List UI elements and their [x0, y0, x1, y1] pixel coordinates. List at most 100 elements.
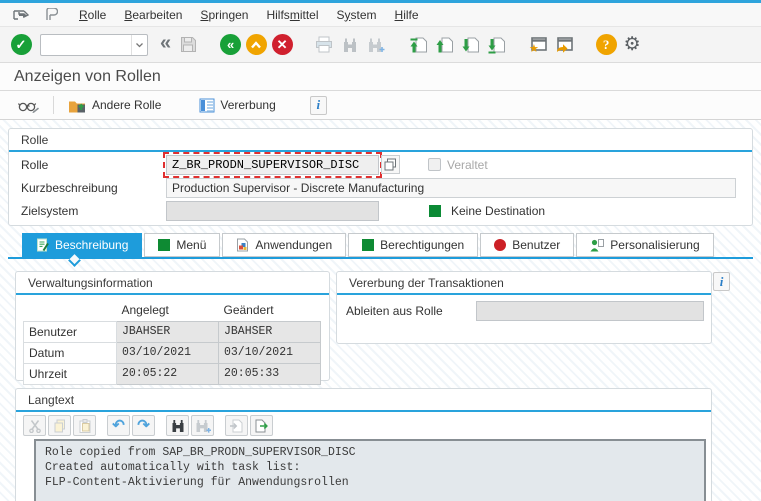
- glasses-pencil-icon: [18, 98, 39, 113]
- vererbung-button[interactable]: Vererbung: [191, 95, 283, 116]
- find-button: [338, 32, 362, 58]
- command-field[interactable]: [40, 34, 148, 56]
- menu-hilfsmittel[interactable]: Hilfsmittel: [257, 5, 327, 25]
- display-change-button[interactable]: [10, 95, 47, 116]
- page-down-button[interactable]: [458, 32, 482, 58]
- collapse-command-icon[interactable]: «: [160, 32, 169, 55]
- first-page-button[interactable]: [406, 32, 430, 58]
- back-button[interactable]: «: [218, 32, 242, 58]
- page-first-icon: [409, 36, 428, 54]
- customize-layout-button[interactable]: ⚙: [620, 32, 644, 58]
- chevron-up-icon: [246, 34, 267, 55]
- exit-button[interactable]: [244, 32, 268, 58]
- menu-hilfe[interactable]: Hilfe: [386, 5, 428, 25]
- tab-personalisierung[interactable]: Personalisierung: [576, 233, 713, 257]
- info-button[interactable]: i: [310, 96, 327, 115]
- menu-system[interactable]: System: [328, 5, 386, 25]
- andere-rolle-label: Andere Rolle: [92, 98, 161, 112]
- create-shortcut-button[interactable]: [552, 32, 576, 58]
- table-row: Datum 03/10/2021 03/10/2021: [24, 342, 321, 363]
- tab-menue[interactable]: Menü: [144, 233, 220, 257]
- copy-docs-icon: [53, 419, 67, 433]
- rolle-field-label: Rolle: [21, 158, 166, 172]
- scissors-icon: [28, 419, 42, 433]
- kurzbeschreibung-field-label: Kurzbeschreibung: [21, 181, 166, 195]
- vererbung-title: Vererbung der Transaktionen: [337, 272, 711, 295]
- info-icon: i: [316, 97, 320, 113]
- table-row: Benutzer JBAHSER JBAHSER: [24, 321, 321, 342]
- tab-berechtigungen[interactable]: Berechtigungen: [348, 233, 478, 257]
- chevron-down-icon[interactable]: [131, 35, 147, 55]
- tab-anwendungen[interactable]: Anwendungen: [222, 233, 346, 257]
- paste-button: [73, 415, 96, 436]
- person-icon: [590, 238, 604, 252]
- cut-button: [23, 415, 46, 436]
- undo-button[interactable]: ↶: [107, 415, 130, 436]
- page-down-icon: [461, 36, 480, 54]
- new-session-button[interactable]: ★: [526, 32, 550, 58]
- row-label-uhrzeit: Uhrzeit: [24, 363, 117, 384]
- folder-switch-icon: [68, 97, 87, 114]
- printer-icon: [315, 36, 333, 53]
- tab-label: Beschreibung: [55, 238, 128, 252]
- window-shortcut-icon: [554, 36, 574, 53]
- back-chevrons-icon: «: [220, 34, 241, 55]
- ableiten-aus-rolle-label: Ableiten aus Rolle: [346, 304, 476, 318]
- status-green-square-icon: [429, 205, 441, 217]
- enter-button[interactable]: ✓: [9, 32, 33, 58]
- help-button[interactable]: ?: [594, 32, 618, 58]
- title-bar: Anzeigen von Rollen: [0, 63, 761, 91]
- cancel-button[interactable]: ✕: [270, 32, 294, 58]
- tab-label: Personalisierung: [610, 238, 699, 252]
- tab-beschreibung[interactable]: Beschreibung: [22, 233, 142, 257]
- find-text-button[interactable]: [166, 415, 189, 436]
- zielsystem-field-label: Zielsystem: [21, 204, 166, 218]
- vererbung-label: Vererbung: [220, 98, 275, 112]
- floppy-disk-icon: [180, 36, 197, 53]
- page-up-button[interactable]: [432, 32, 456, 58]
- datum-geaendert-value: 03/10/2021: [219, 342, 321, 363]
- rolle-input[interactable]: [166, 155, 379, 175]
- page-up-icon: [435, 36, 454, 54]
- last-page-button[interactable]: [484, 32, 508, 58]
- keine-destination-label: Keine Destination: [451, 204, 545, 218]
- info-icon: i: [720, 274, 724, 290]
- menu-bar: Rolle Bearbeiten Springen Hilfsmittel Sy…: [0, 3, 761, 27]
- window-star-icon: ★: [528, 36, 548, 53]
- benutzer-angelegt-value: JBAHSER: [117, 321, 219, 342]
- tab-benutzer[interactable]: Benutzer: [480, 233, 574, 257]
- binoculars-icon: [171, 419, 185, 433]
- description-doc-icon: [36, 238, 49, 252]
- page-last-icon: [487, 36, 506, 54]
- row-label-benutzer: Benutzer: [24, 321, 117, 342]
- red-circle-icon: [494, 239, 506, 251]
- save-to-file-button[interactable]: [250, 415, 273, 436]
- langtext-title: Langtext: [16, 389, 711, 412]
- binoculars-icon: [342, 37, 358, 53]
- clipboard-icon: [78, 419, 92, 433]
- page-title: Anzeigen von Rollen: [14, 68, 161, 86]
- find-next-text-button: [191, 415, 214, 436]
- copy-button: [48, 415, 71, 436]
- redo-button[interactable]: ↷: [132, 415, 155, 436]
- svg-text:★: ★: [529, 43, 539, 53]
- continue-pointer-icon[interactable]: [10, 6, 32, 24]
- session-window-icon[interactable]: [40, 6, 62, 24]
- verwaltungsinformation-panel: Verwaltungsinformation Angelegt Geändert…: [15, 271, 330, 381]
- longtext-textarea[interactable]: Role copied from SAP_BR_PRODN_SUPERVISOR…: [34, 439, 706, 501]
- inheritance-info-button[interactable]: i: [713, 272, 730, 291]
- verwaltungsinformation-title: Verwaltungsinformation: [16, 272, 329, 295]
- langtext-toolbar: ↶ ↷: [23, 415, 711, 436]
- role-group-title: Rolle: [9, 129, 752, 152]
- main-content: Rolle Rolle Veraltet Kurzbeschreibung Pr…: [0, 120, 761, 501]
- menu-bearbeiten[interactable]: Bearbeiten: [115, 5, 191, 25]
- command-input[interactable]: [41, 36, 131, 54]
- menu-springen[interactable]: Springen: [191, 5, 257, 25]
- andere-rolle-button[interactable]: Andere Rolle: [60, 94, 169, 117]
- copy-field-button[interactable]: [381, 155, 400, 174]
- table-row: Uhrzeit 20:05:22 20:05:33: [24, 363, 321, 384]
- x-icon: ✕: [272, 34, 293, 55]
- ableiten-aus-rolle-value: [476, 301, 704, 321]
- binoculars-plus-icon: [367, 37, 385, 53]
- menu-rolle[interactable]: Rolle: [70, 5, 115, 25]
